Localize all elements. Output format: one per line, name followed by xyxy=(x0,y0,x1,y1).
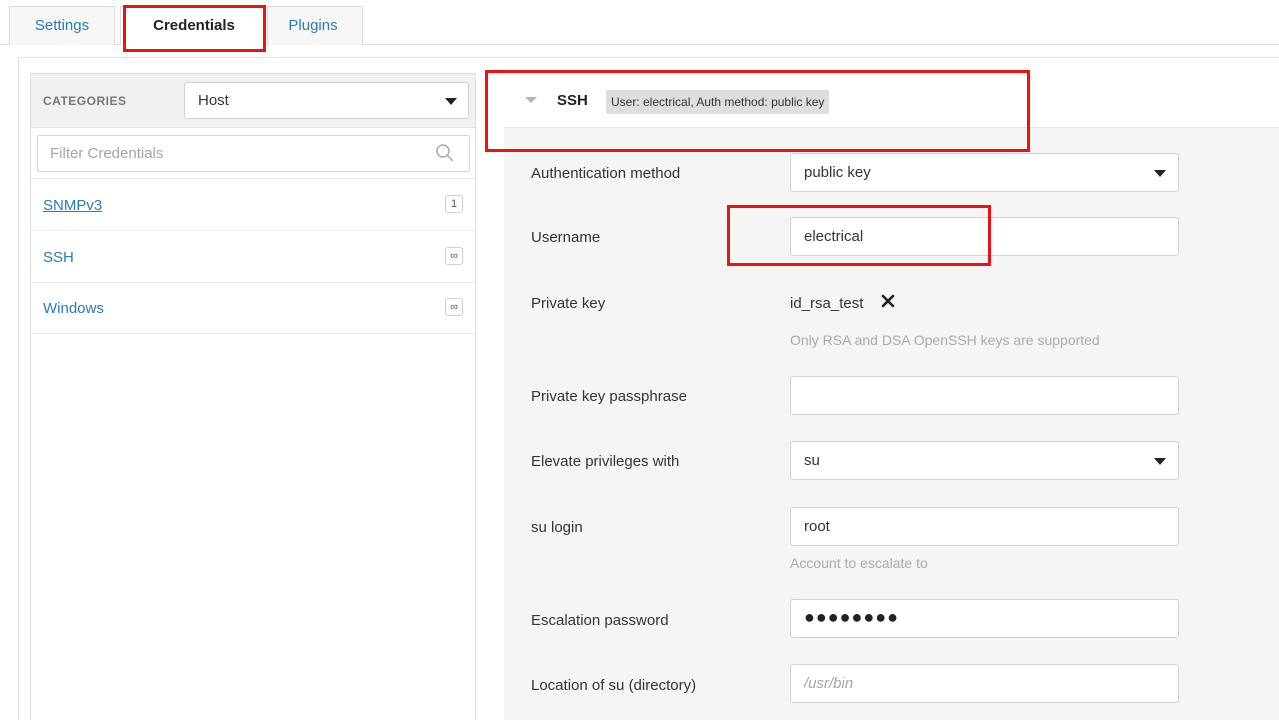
credential-item-label[interactable]: SNMPv3 xyxy=(43,197,102,214)
tab-settings[interactable]: Settings xyxy=(9,6,115,45)
section-title: SSH xyxy=(557,92,588,109)
username-field[interactable] xyxy=(790,217,1179,256)
category-select-value: Host xyxy=(198,92,229,109)
su-location-field[interactable] xyxy=(790,664,1179,703)
credential-item-ssh[interactable]: SSH ∞ xyxy=(31,232,475,283)
count-badge: 1 xyxy=(445,195,463,213)
tab-plugins[interactable]: Plugins xyxy=(263,6,363,45)
elevate-value: su xyxy=(804,452,820,469)
credential-item-label[interactable]: Windows xyxy=(43,300,104,317)
count-badge: ∞ xyxy=(445,298,463,316)
section-summary: User: electrical, Auth method: public ke… xyxy=(606,90,830,114)
chevron-down-icon xyxy=(1154,458,1166,465)
password-mask: ●●●●●●●● xyxy=(804,607,899,627)
su-login-field[interactable] xyxy=(790,507,1179,546)
auth-method-select[interactable]: public key xyxy=(790,153,1179,192)
categories-label: CATEGORIES xyxy=(43,94,127,108)
private-key-label: Private key xyxy=(531,295,606,312)
elevate-select[interactable]: su xyxy=(790,441,1179,480)
filter-wrap xyxy=(31,129,475,179)
categories-header: CATEGORIES Host xyxy=(31,74,475,128)
credential-item-snmpv3[interactable]: SNMPv3 1 xyxy=(31,180,475,231)
auth-method-label: Authentication method xyxy=(531,165,681,182)
su-login-label: su login xyxy=(531,519,583,536)
credential-item-windows[interactable]: Windows ∞ xyxy=(31,283,475,334)
elevate-label: Elevate privileges with xyxy=(531,453,680,470)
username-label: Username xyxy=(531,229,601,246)
tab-credentials[interactable]: Credentials xyxy=(120,6,268,46)
ssh-section-header[interactable]: SSH User: electrical, Auth method: publi… xyxy=(504,73,1279,128)
category-select[interactable]: Host xyxy=(184,82,469,119)
private-key-help: Only RSA and DSA OpenSSH keys are suppor… xyxy=(790,332,1100,348)
chevron-down-icon xyxy=(445,98,457,105)
su-login-help: Account to escalate to xyxy=(790,555,928,571)
escalation-password-label: Escalation password xyxy=(531,612,669,629)
filter-credentials-input[interactable] xyxy=(37,135,470,172)
passphrase-field[interactable] xyxy=(790,376,1179,415)
su-location-label: Location of su (directory) xyxy=(531,677,697,694)
private-key-filename: id_rsa_test xyxy=(790,295,864,312)
auth-method-value: public key xyxy=(804,164,871,181)
count-badge: ∞ xyxy=(445,247,463,265)
close-icon[interactable] xyxy=(880,293,896,309)
credentials-sidebar: CATEGORIES Host SNMPv3 1 SSH ∞ Windows ∞ xyxy=(30,73,476,720)
chevron-down-icon xyxy=(1154,170,1166,177)
passphrase-label: Private key passphrase xyxy=(531,388,687,405)
credential-item-label[interactable]: SSH xyxy=(43,249,74,266)
search-icon xyxy=(436,144,454,162)
collapse-caret-icon[interactable] xyxy=(525,97,537,103)
tab-bar: Settings Plugins Credentials xyxy=(0,0,1279,46)
